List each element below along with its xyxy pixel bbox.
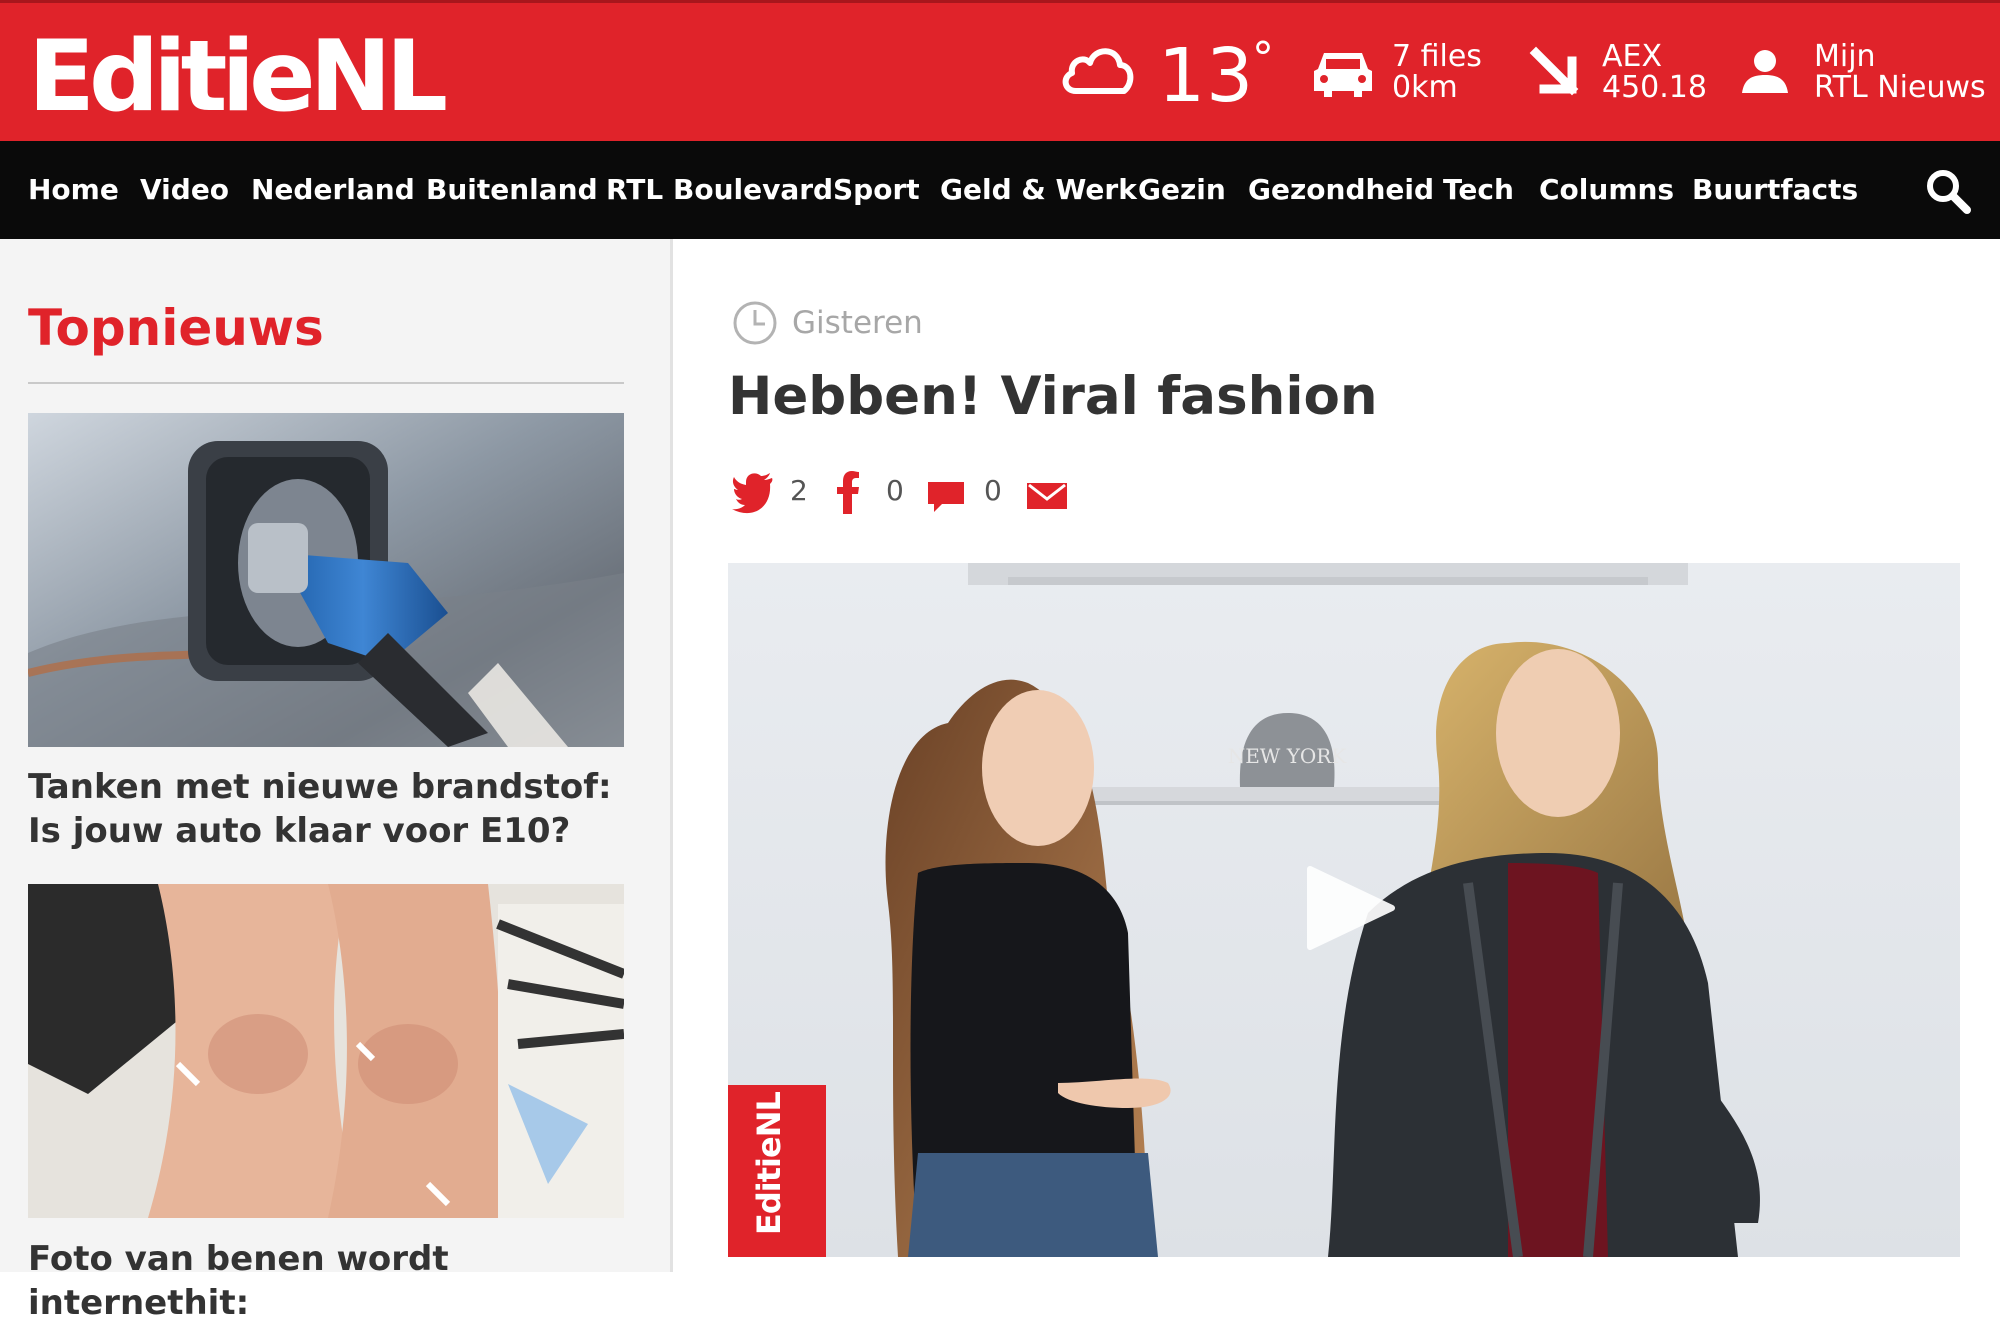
story-title-1[interactable]: Tanken met nieuwe brandstof: Is jouw aut… <box>28 765 628 853</box>
traffic-km: 0km <box>1392 70 1458 105</box>
nav-item-home[interactable]: Home <box>28 141 119 239</box>
traffic-files: 7 files <box>1392 39 1482 74</box>
nav-item-nederland[interactable]: Nederland <box>251 141 415 239</box>
top-news-sidebar: Topnieuws Tanken met nieuwe brandstof: I… <box>0 239 673 1323</box>
cloud-icon[interactable] <box>1058 39 1138 99</box>
video-brand-text: EditieNL <box>750 1092 788 1235</box>
account-line2: RTL Nieuws <box>1814 70 1986 105</box>
comment-count: 0 <box>984 474 1002 507</box>
user-icon[interactable] <box>1740 47 1790 95</box>
nav-item-sport[interactable]: Sport <box>833 141 920 239</box>
account-link[interactable]: Mijn RTL Nieuws <box>1814 41 1986 103</box>
facebook-share-count: 0 <box>886 474 904 507</box>
nav-item-gezin[interactable]: Gezin <box>1138 141 1226 239</box>
fuel-nozzle-photo[interactable] <box>28 413 624 747</box>
facebook-icon[interactable] <box>836 470 860 514</box>
nav-item-gezondheid[interactable]: Gezondheid <box>1248 141 1434 239</box>
video-brand-badge: EditieNL <box>728 1085 826 1257</box>
comment-icon[interactable] <box>926 470 966 514</box>
temperature-value[interactable]: 13 <box>1158 33 1254 119</box>
article-headline: Hebben! Viral fashion <box>728 366 1378 427</box>
legs-photo[interactable] <box>28 884 624 1218</box>
section-title: Topnieuws <box>28 299 324 357</box>
nav-item-buurtfacts[interactable]: Buurtfacts <box>1692 141 1858 239</box>
degree-symbol: ° <box>1252 33 1274 84</box>
twitter-icon[interactable] <box>732 470 774 514</box>
nav-item-tech[interactable]: Tech <box>1443 141 1514 239</box>
stock-value: 450.18 <box>1602 70 1707 105</box>
play-icon[interactable] <box>1298 863 1398 953</box>
site-logo[interactable]: EditieNL <box>28 21 448 133</box>
nav-item-geld-werk[interactable]: Geld & Werk <box>940 141 1137 239</box>
nav-item-video[interactable]: Video <box>140 141 229 239</box>
car-icon[interactable] <box>1310 47 1376 99</box>
account-line1: Mijn <box>1814 39 1876 74</box>
story-title-2[interactable]: Foto van benen wordt internethit: <box>28 1237 628 1325</box>
section-divider <box>28 382 624 384</box>
nav-item-buitenland[interactable]: Buitenland <box>426 141 598 239</box>
main-nav: Home Video Nederland Buitenland RTL Boul… <box>0 141 2000 239</box>
nav-item-rtl-boulevard[interactable]: RTL Boulevard <box>606 141 833 239</box>
arrow-down-right-icon[interactable] <box>1528 45 1582 99</box>
twitter-share-count: 2 <box>790 474 808 507</box>
site-header: EditieNL 13 ° 7 files 0km AEX 450.18 Mij… <box>0 0 2000 141</box>
email-icon[interactable] <box>1026 470 1068 514</box>
clock-icon <box>733 301 777 345</box>
video-player[interactable]: NEW YORK EditieNL <box>728 563 1960 1257</box>
nav-item-columns[interactable]: Columns <box>1539 141 1674 239</box>
stock-index: AEX <box>1602 39 1663 74</box>
article-timestamp: Gisteren <box>792 305 923 341</box>
traffic-info[interactable]: 7 files 0km <box>1392 41 1482 103</box>
stock-info[interactable]: AEX 450.18 <box>1602 41 1707 103</box>
cap-text: NEW YORK <box>1228 744 1348 768</box>
search-icon[interactable] <box>1924 167 1972 215</box>
